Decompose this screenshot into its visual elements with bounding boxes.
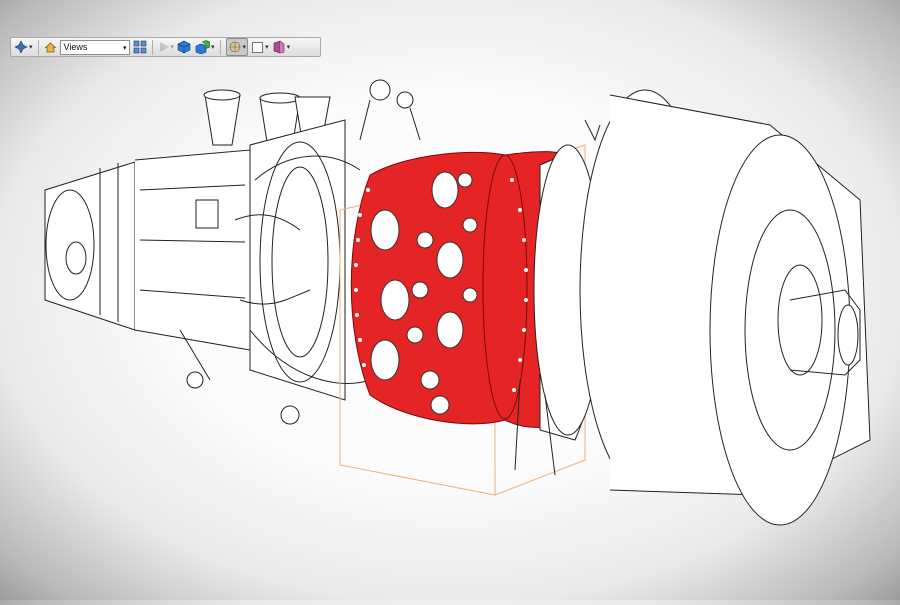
cube-button[interactable]	[177, 39, 191, 55]
play-button[interactable]: ▾	[158, 39, 175, 55]
view-list-icon	[133, 40, 147, 54]
play-icon	[158, 41, 170, 53]
navigate-icon	[14, 40, 28, 54]
cube-group-button[interactable]: ▾	[194, 39, 215, 55]
view-list-button[interactable]	[133, 39, 147, 55]
toolbar-separator	[151, 39, 153, 55]
viewer-toolbar: ▾ Views ▾ ▾ ▾ ▾ ▾ ▾	[10, 37, 321, 57]
home-button[interactable]	[44, 39, 57, 55]
chevron-down-icon: ▾	[286, 43, 291, 51]
section-icon	[272, 40, 286, 54]
views-dropdown-label: Views	[63, 42, 88, 52]
cube-icon	[177, 40, 191, 54]
explode-icon	[228, 40, 242, 54]
toolbar-separator	[37, 39, 39, 55]
box-outline-icon	[251, 41, 264, 54]
box-outline-button[interactable]: ▾	[251, 39, 269, 55]
views-dropdown[interactable]: Views ▾	[59, 39, 130, 55]
chevron-down-icon: ▾	[170, 43, 175, 51]
section-button[interactable]: ▾	[272, 39, 291, 55]
chevron-down-icon: ▾	[242, 43, 247, 51]
home-icon	[44, 41, 57, 54]
chevron-down-icon: ▾	[211, 43, 215, 51]
explode-button[interactable]: ▾	[225, 38, 249, 56]
cube-group-icon	[194, 40, 211, 54]
engine-model[interactable]	[0, 0, 900, 600]
chevron-down-icon: ▾	[29, 43, 33, 51]
chevron-down-icon: ▾	[265, 43, 269, 51]
chevron-down-icon: ▾	[123, 44, 127, 52]
front-casing	[514, 89, 871, 526]
3d-viewport[interactable]	[0, 0, 900, 600]
toolbar-separator	[219, 39, 221, 55]
rear-casing	[44, 149, 251, 351]
navigate-button[interactable]: ▾	[14, 39, 33, 55]
